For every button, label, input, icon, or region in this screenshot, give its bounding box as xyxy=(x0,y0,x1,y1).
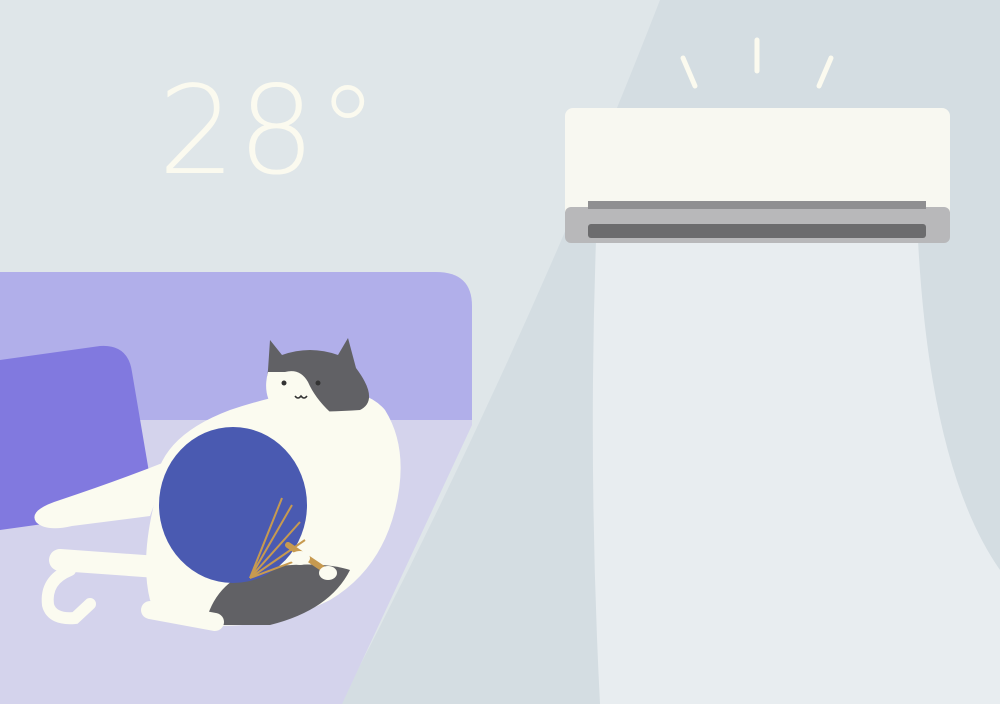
cat-paw-left xyxy=(290,551,310,565)
ac-vent-top xyxy=(588,201,926,209)
cat-leg xyxy=(49,549,211,581)
cat-eye-right xyxy=(315,380,321,386)
temperature-display: 28° xyxy=(158,60,381,202)
illustration xyxy=(0,0,1000,704)
ac-vent-slot xyxy=(588,224,926,238)
cat-paw-right xyxy=(319,566,337,580)
cat-front-leg xyxy=(141,601,224,631)
scene: 28° xyxy=(0,0,1000,704)
cat-eye-left xyxy=(281,380,287,386)
